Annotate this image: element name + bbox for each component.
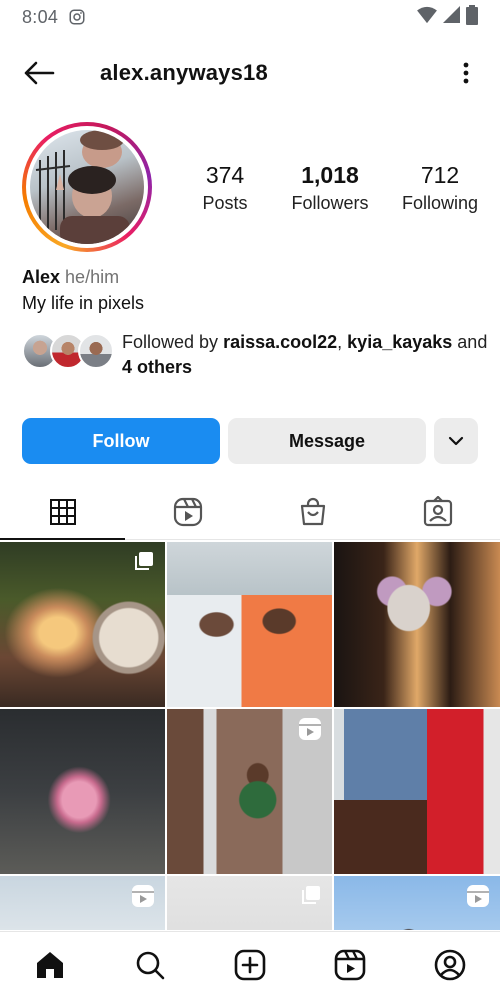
following-count[interactable]: 712 Following — [390, 160, 490, 216]
posts-count-label: Posts — [202, 193, 248, 213]
mutual-username-2[interactable]: kyia_kayaks — [347, 332, 452, 352]
profile-stats: 374 Posts 1,018 Followers 712 Following — [180, 160, 490, 216]
carousel-icon — [302, 886, 320, 904]
post-thumbnail[interactable] — [167, 542, 332, 707]
followers-count-value: 1,018 — [301, 162, 359, 188]
back-arrow-icon[interactable] — [22, 58, 56, 88]
bio-text: My life in pixels — [22, 293, 145, 313]
followed-by-separator: , — [337, 332, 343, 352]
post-thumbnail[interactable] — [0, 876, 165, 930]
post-thumbnail[interactable] — [167, 709, 332, 874]
mutual-username-1[interactable]: raissa.cool22 — [223, 332, 337, 352]
nav-profile[interactable] — [400, 932, 500, 997]
followers-count[interactable]: 1,018 Followers — [281, 160, 379, 216]
post-thumbnail[interactable] — [0, 709, 165, 874]
profile-content-tabs — [0, 484, 500, 540]
reel-badge-icon — [132, 885, 154, 907]
signal-icon — [442, 5, 462, 29]
wifi-icon — [416, 6, 438, 29]
profile-avatar-story-ring[interactable] — [22, 122, 152, 252]
reel-badge-icon — [299, 718, 321, 740]
posts-count[interactable]: 374 Posts — [180, 160, 270, 216]
profile-username: alex.anyways18 — [100, 60, 268, 85]
profile-icon — [434, 949, 466, 980]
status-bar: 8:04 — [0, 0, 500, 34]
post-thumbnail[interactable] — [334, 876, 500, 930]
profile-pronouns: he/him — [65, 267, 120, 287]
home-icon — [37, 951, 63, 978]
post-thumbnail[interactable] — [334, 709, 500, 874]
grid-icon — [49, 498, 76, 525]
battery-icon — [466, 4, 478, 30]
tab-reels[interactable] — [125, 484, 250, 539]
message-button[interactable]: Message — [228, 418, 426, 464]
followers-count-label: Followers — [291, 193, 369, 213]
followed-by-text: Followed by raissa.cool22, kyia_kayaks a… — [122, 330, 492, 380]
nav-create[interactable] — [200, 932, 300, 997]
mutual-others-count[interactable]: 4 others — [122, 357, 192, 377]
followed-by-prefix: Followed by — [122, 332, 219, 352]
nav-search[interactable] — [100, 932, 200, 997]
profile-bio: Alex he/him My life in pixels — [22, 264, 144, 316]
suggested-accounts-button[interactable] — [434, 418, 478, 464]
create-icon — [234, 949, 266, 980]
mutual-follower-avatars — [22, 330, 114, 370]
tab-posts-grid[interactable] — [0, 484, 125, 540]
tab-tagged[interactable] — [375, 484, 500, 539]
post-thumbnail[interactable] — [167, 876, 332, 930]
posts-count-value: 374 — [205, 162, 245, 188]
status-time: 8:04 — [22, 6, 59, 27]
profile-header: alex.anyways18 — [0, 50, 500, 96]
carousel-icon — [135, 552, 153, 570]
shop-icon — [300, 497, 325, 525]
more-options-icon[interactable] — [458, 58, 474, 88]
post-thumbnail[interactable] — [0, 542, 165, 707]
profile-display-name: Alex — [22, 267, 61, 287]
following-count-value: 712 — [420, 162, 460, 188]
search-icon — [136, 951, 165, 979]
instagram-notification-icon — [68, 8, 86, 26]
followed-by-row[interactable]: Followed by raissa.cool22, kyia_kayaks a… — [22, 330, 492, 380]
profile-avatar — [30, 130, 144, 244]
follow-button[interactable]: Follow — [22, 418, 220, 464]
posts-grid — [0, 542, 500, 930]
bottom-navigation — [0, 931, 500, 997]
mutual-avatar — [78, 333, 114, 369]
nav-home[interactable] — [0, 932, 100, 997]
profile-actions: Follow Message — [22, 418, 478, 464]
reel-badge-icon — [467, 885, 489, 907]
nav-reels[interactable] — [300, 932, 400, 997]
reels-icon — [173, 497, 202, 526]
tab-shop[interactable] — [250, 484, 375, 539]
chevron-down-icon — [448, 436, 464, 446]
reels-icon — [334, 949, 366, 980]
followed-by-and: and — [457, 332, 488, 352]
tagged-icon — [423, 495, 452, 526]
following-count-label: Following — [401, 193, 479, 213]
post-thumbnail[interactable] — [334, 542, 500, 707]
